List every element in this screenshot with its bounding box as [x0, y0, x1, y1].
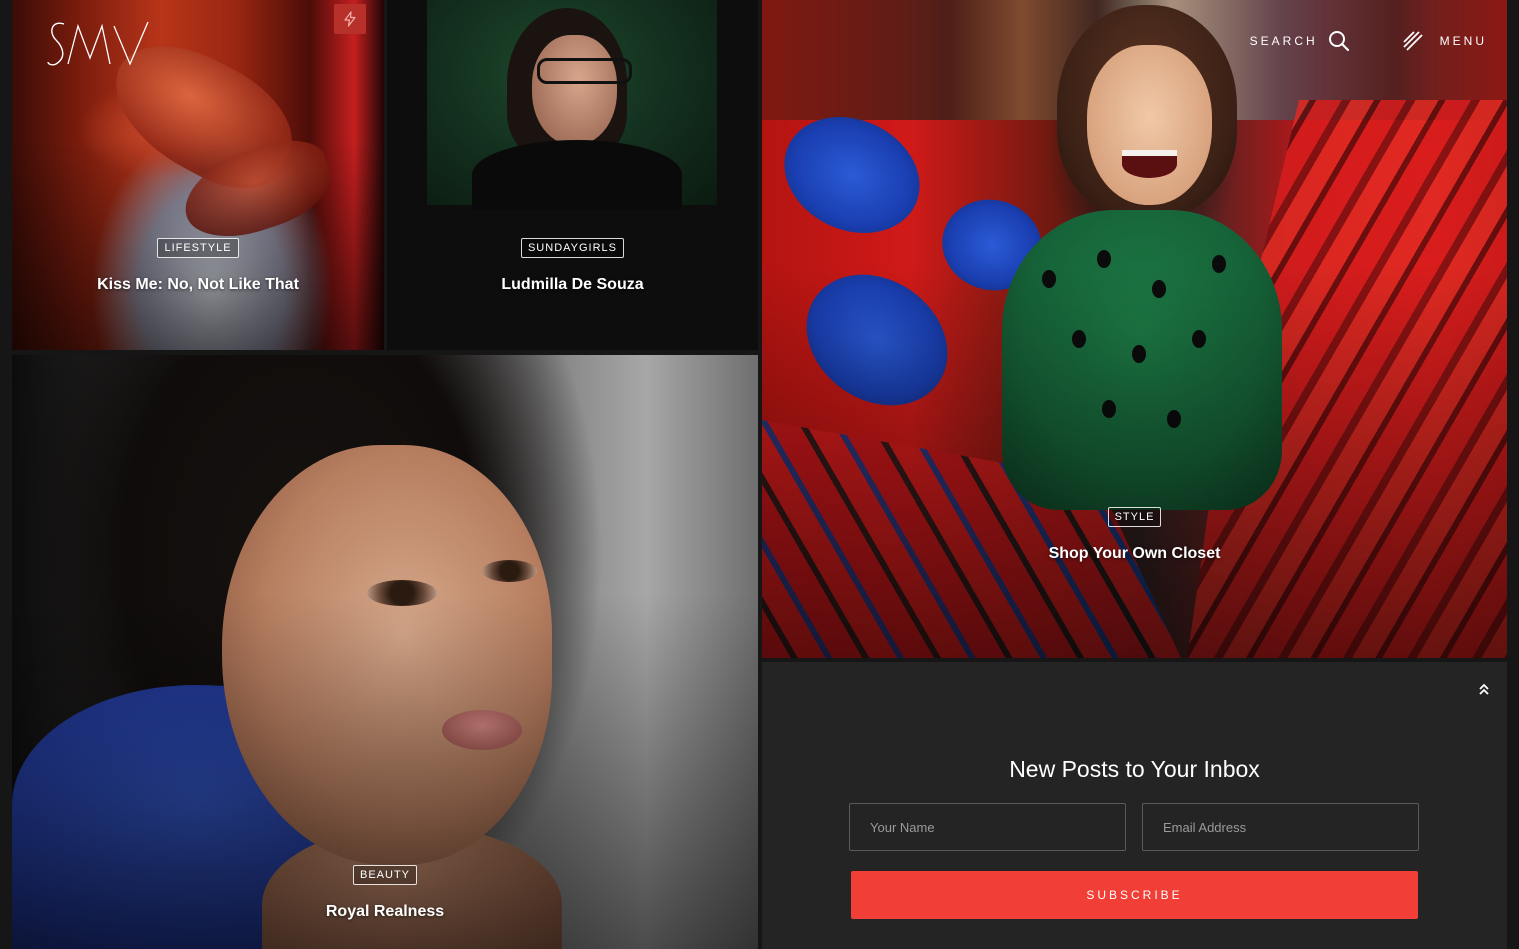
category-tag[interactable]: SUNDAYGIRLS	[520, 238, 625, 258]
post-caption: SUNDAYGIRLS Ludmilla De Souza	[387, 238, 758, 294]
post-title[interactable]: Kiss Me: No, Not Like That	[97, 276, 299, 294]
post-title[interactable]: Shop Your Own Closet	[1049, 545, 1221, 563]
post-caption: LIFESTYLE Kiss Me: No, Not Like That	[12, 238, 384, 294]
post-tile-shop-your-closet[interactable]: STYLE Shop Your Own Closet	[762, 0, 1507, 658]
email-input[interactable]	[1142, 803, 1419, 851]
name-input[interactable]	[849, 803, 1126, 851]
menu-button[interactable]: MENU	[1402, 30, 1487, 52]
category-tag[interactable]: STYLE	[1107, 507, 1162, 527]
post-tile-ludmilla[interactable]: SUNDAYGIRLS Ludmilla De Souza	[387, 0, 758, 350]
search-icon	[1328, 30, 1350, 52]
category-tag[interactable]: BEAUTY	[352, 865, 417, 885]
header-actions: SEARCH MENU	[1250, 30, 1487, 52]
site-logo[interactable]	[46, 18, 156, 70]
post-caption: BEAUTY Royal Realness	[12, 865, 758, 921]
lightning-icon[interactable]	[334, 4, 366, 34]
post-title[interactable]: Royal Realness	[326, 903, 444, 921]
post-image	[387, 0, 758, 350]
double-chevron-up-icon[interactable]	[1477, 682, 1491, 701]
search-button[interactable]: SEARCH	[1250, 30, 1350, 52]
category-tag[interactable]: LIFESTYLE	[157, 238, 239, 258]
post-tile-royal-realness[interactable]: BEAUTY Royal Realness	[12, 355, 758, 949]
post-title[interactable]: Ludmilla De Souza	[501, 276, 643, 294]
page: LIFESTYLE Kiss Me: No, Not Like That SUN…	[0, 0, 1519, 949]
newsletter-panel: New Posts to Your Inbox SUBSCRIBE	[762, 662, 1507, 949]
newsletter-title: New Posts to Your Inbox	[1009, 756, 1260, 782]
subscribe-button[interactable]: SUBSCRIBE	[851, 871, 1418, 919]
post-caption: STYLE Shop Your Own Closet	[762, 507, 1507, 563]
menu-label: MENU	[1439, 34, 1487, 48]
search-label: SEARCH	[1249, 34, 1318, 48]
menu-lines-icon	[1402, 30, 1424, 52]
